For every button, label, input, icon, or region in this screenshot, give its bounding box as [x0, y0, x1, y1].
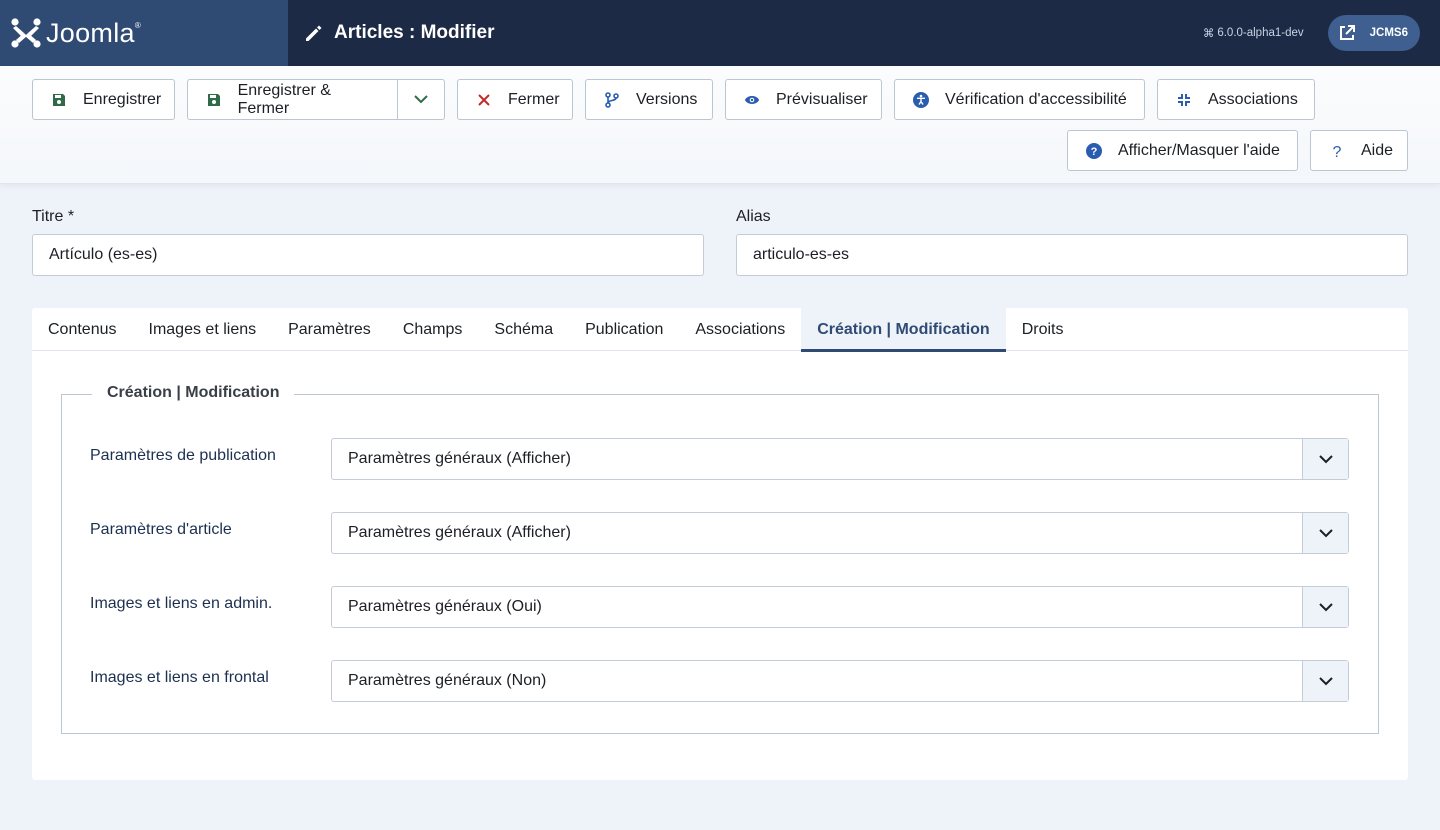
- preview-button[interactable]: Prévisualiser: [725, 79, 882, 120]
- help-label: Aide: [1361, 141, 1394, 159]
- toolbar: Enregistrer Enregistrer & Fermer Fermer …: [0, 66, 1440, 184]
- site-link-button[interactable]: JCMS6: [1327, 15, 1420, 51]
- title-label: Titre *: [32, 208, 75, 225]
- page-title: Articles : Modifier: [334, 22, 495, 43]
- alias-value: articulo-es-es: [753, 246, 850, 263]
- tab-droits[interactable]: Droits: [1006, 308, 1080, 351]
- eye-icon: [744, 92, 760, 108]
- tab-parametres[interactable]: Paramètres: [272, 308, 387, 351]
- select-value: Paramètres généraux (Afficher): [348, 450, 571, 467]
- external-link-icon: [1334, 20, 1360, 46]
- tab-bar: Contenus Images et liens Paramètres Cham…: [32, 308, 1408, 352]
- tab-label: Champs: [402, 320, 463, 338]
- tab-label: Publication: [585, 320, 664, 338]
- images-links-frontend-select[interactable]: Paramètres généraux (Non): [331, 660, 1349, 702]
- help-button[interactable]: ? Aide: [1310, 130, 1408, 171]
- pencil-icon: [306, 25, 322, 41]
- tabs-card: Contenus Images et liens Paramètres Cham…: [32, 308, 1408, 780]
- accessibility-icon: [913, 91, 929, 108]
- tab-contenus[interactable]: Contenus: [32, 308, 133, 351]
- tab-label: Droits: [1021, 320, 1064, 338]
- tab-label: Paramètres: [288, 320, 371, 338]
- images-links-frontend-label: Images et liens en frontal: [90, 669, 269, 686]
- creation-modification-fieldset: Création | Modification Paramètres de pu…: [61, 384, 1379, 734]
- tab-label: Contenus: [48, 320, 117, 338]
- accessibility-check-button[interactable]: Vérification d'accessibilité: [894, 79, 1145, 120]
- tab-label: Associations: [695, 320, 786, 338]
- select-value: Paramètres généraux (Oui): [348, 598, 542, 615]
- question-circle-icon: ?: [1086, 142, 1102, 159]
- publication-params-select[interactable]: Paramètres généraux (Afficher): [331, 438, 1349, 480]
- select-value: Paramètres généraux (Afficher): [348, 524, 571, 541]
- tab-label: Images et liens: [148, 320, 257, 338]
- save-close-label: Enregistrer & Fermer: [237, 81, 331, 117]
- chevron-down-icon: [1302, 439, 1348, 479]
- brand[interactable]: Joomla®: [0, 0, 288, 66]
- save-label: Enregistrer: [83, 90, 162, 108]
- version-text: 6.0.0-alpha1-dev: [1217, 27, 1304, 39]
- title-input[interactable]: Artículo (es-es): [32, 234, 704, 276]
- question-icon: ?: [1329, 143, 1345, 159]
- compress-icon: [1176, 92, 1192, 108]
- tab-images-liens[interactable]: Images et liens: [133, 308, 273, 351]
- chevron-down-icon: [1302, 513, 1348, 553]
- select-value: Paramètres généraux (Non): [348, 672, 547, 689]
- tab-creation-modification[interactable]: Création | Modification: [801, 308, 1007, 352]
- chevron-down-icon: [414, 95, 428, 104]
- alias-label: Alias: [736, 208, 771, 225]
- tab-label: Création | Modification: [817, 320, 990, 338]
- save-dropdown-toggle[interactable]: [397, 80, 444, 119]
- associations-label: Associations: [1208, 90, 1298, 108]
- fieldset-legend: Création | Modification: [92, 384, 295, 402]
- close-button[interactable]: Fermer: [457, 79, 573, 120]
- site-name: JCMS6: [1369, 27, 1408, 39]
- brand-wordmark: Joomla®: [46, 17, 142, 48]
- tab-champs[interactable]: Champs: [387, 308, 479, 351]
- article-params-label: Paramètres d'article: [90, 521, 232, 538]
- chevron-down-icon: [1302, 661, 1348, 701]
- chevron-down-icon: [1302, 587, 1348, 627]
- svg-text:?: ?: [1333, 144, 1342, 159]
- toggle-help-button[interactable]: ? Afficher/Masquer l'aide: [1067, 130, 1298, 171]
- save-close-button[interactable]: Enregistrer & Fermer: [187, 79, 445, 120]
- close-label: Fermer: [508, 90, 560, 108]
- code-branch-icon: [604, 91, 620, 108]
- accessibility-label: Vérification d'accessibilité: [945, 90, 1127, 108]
- publication-params-label: Paramètres de publication: [90, 447, 276, 464]
- tab-schema[interactable]: Schéma: [478, 308, 569, 351]
- joomla-logo-icon: [11, 18, 41, 48]
- toggle-help-label: Afficher/Masquer l'aide: [1118, 141, 1280, 159]
- images-links-admin-select[interactable]: Paramètres généraux (Oui): [331, 586, 1349, 628]
- joomla-mini-icon: ⌘: [1202, 28, 1215, 40]
- header: Joomla® Articles : Modifier ⌘ 6.0.0-alph…: [0, 0, 1440, 66]
- tab-label: Schéma: [494, 320, 554, 338]
- associations-button[interactable]: Associations: [1157, 79, 1315, 120]
- tab-publication[interactable]: Publication: [569, 308, 679, 351]
- preview-label: Prévisualiser: [776, 90, 868, 108]
- versions-label: Versions: [636, 90, 698, 108]
- article-params-select[interactable]: Paramètres généraux (Afficher): [331, 512, 1349, 554]
- save-button[interactable]: Enregistrer: [32, 79, 175, 120]
- alias-input[interactable]: articulo-es-es: [736, 234, 1408, 276]
- tab-associations[interactable]: Associations: [679, 308, 801, 351]
- save-icon: [206, 92, 222, 108]
- svg-text:?: ?: [1091, 146, 1098, 158]
- title-value: Artículo (es-es): [49, 246, 158, 263]
- images-links-admin-label: Images et liens en admin.: [90, 595, 273, 612]
- version-label: ⌘ 6.0.0-alpha1-dev: [1203, 26, 1304, 40]
- versions-button[interactable]: Versions: [585, 79, 713, 120]
- close-icon: [476, 92, 492, 108]
- save-icon: [51, 92, 67, 108]
